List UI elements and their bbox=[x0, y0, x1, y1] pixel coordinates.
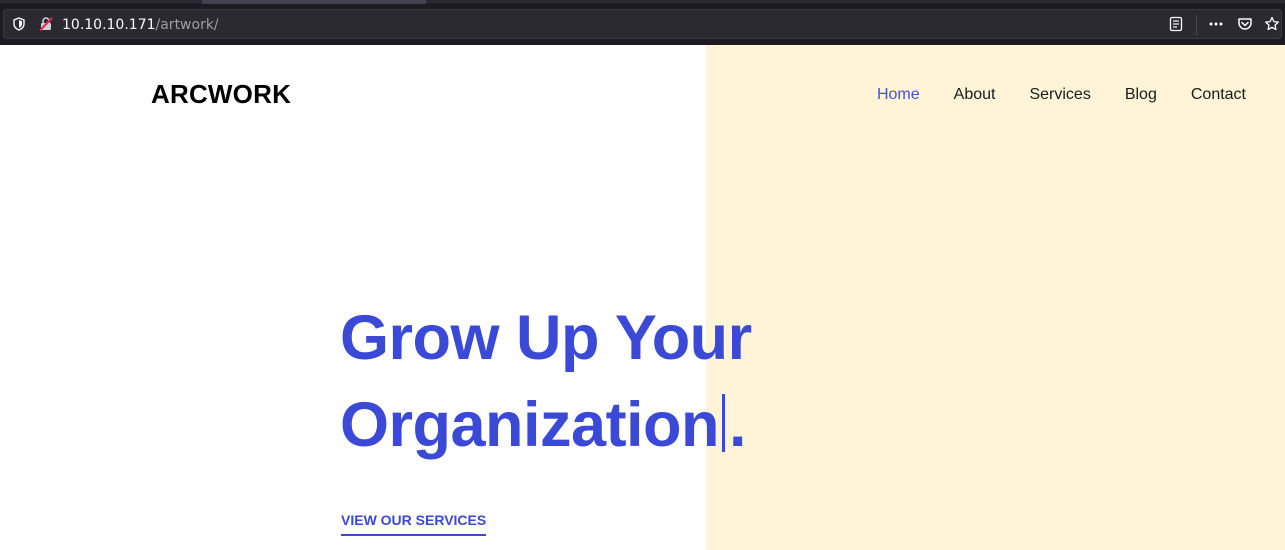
hero-title-period: . bbox=[729, 390, 747, 460]
view-services-button[interactable]: VIEW OUR SERVICES bbox=[341, 511, 487, 536]
hero-title-line-1: Grow Up Your bbox=[340, 303, 752, 373]
browser-toolbar: 10.10.10.171/artwork/ bbox=[0, 0, 1285, 45]
nav-contact[interactable]: Contact bbox=[1191, 85, 1246, 105]
hero-title: Grow Up Your Organization. bbox=[340, 295, 752, 469]
hero-title-typed-word: Organization bbox=[340, 390, 720, 460]
address-bar-divider bbox=[1196, 15, 1197, 35]
nav-services[interactable]: Services bbox=[1029, 85, 1090, 105]
shield-icon[interactable] bbox=[11, 16, 27, 32]
typing-cursor bbox=[722, 394, 726, 452]
hero-title-line-2: Organization. bbox=[340, 382, 752, 469]
active-tab[interactable] bbox=[202, 0, 426, 4]
address-bar[interactable]: 10.10.10.171/artwork/ bbox=[3, 9, 1282, 39]
url-host: 10.10.10.171 bbox=[62, 17, 156, 33]
pocket-icon[interactable] bbox=[1237, 16, 1253, 32]
site-logo[interactable]: ARCWORK bbox=[151, 79, 291, 109]
insecure-connection-icon[interactable] bbox=[38, 16, 54, 32]
url-path: /artwork/ bbox=[155, 17, 219, 33]
reader-view-icon[interactable] bbox=[1168, 16, 1184, 32]
url-text[interactable]: 10.10.10.171/artwork/ bbox=[62, 16, 219, 34]
nav-blog[interactable]: Blog bbox=[1125, 85, 1157, 105]
nav-home[interactable]: Home bbox=[877, 85, 920, 105]
more-actions-icon[interactable] bbox=[1208, 16, 1224, 32]
main-nav: Home About Services Blog Contact bbox=[877, 85, 1246, 105]
page-content: ARCWORK Home About Services Blog Contact… bbox=[0, 45, 1285, 550]
tab-strip bbox=[0, 0, 1285, 3]
nav-about[interactable]: About bbox=[954, 85, 996, 105]
bookmark-star-icon[interactable] bbox=[1264, 16, 1280, 32]
hero-background-panel bbox=[706, 45, 1285, 550]
